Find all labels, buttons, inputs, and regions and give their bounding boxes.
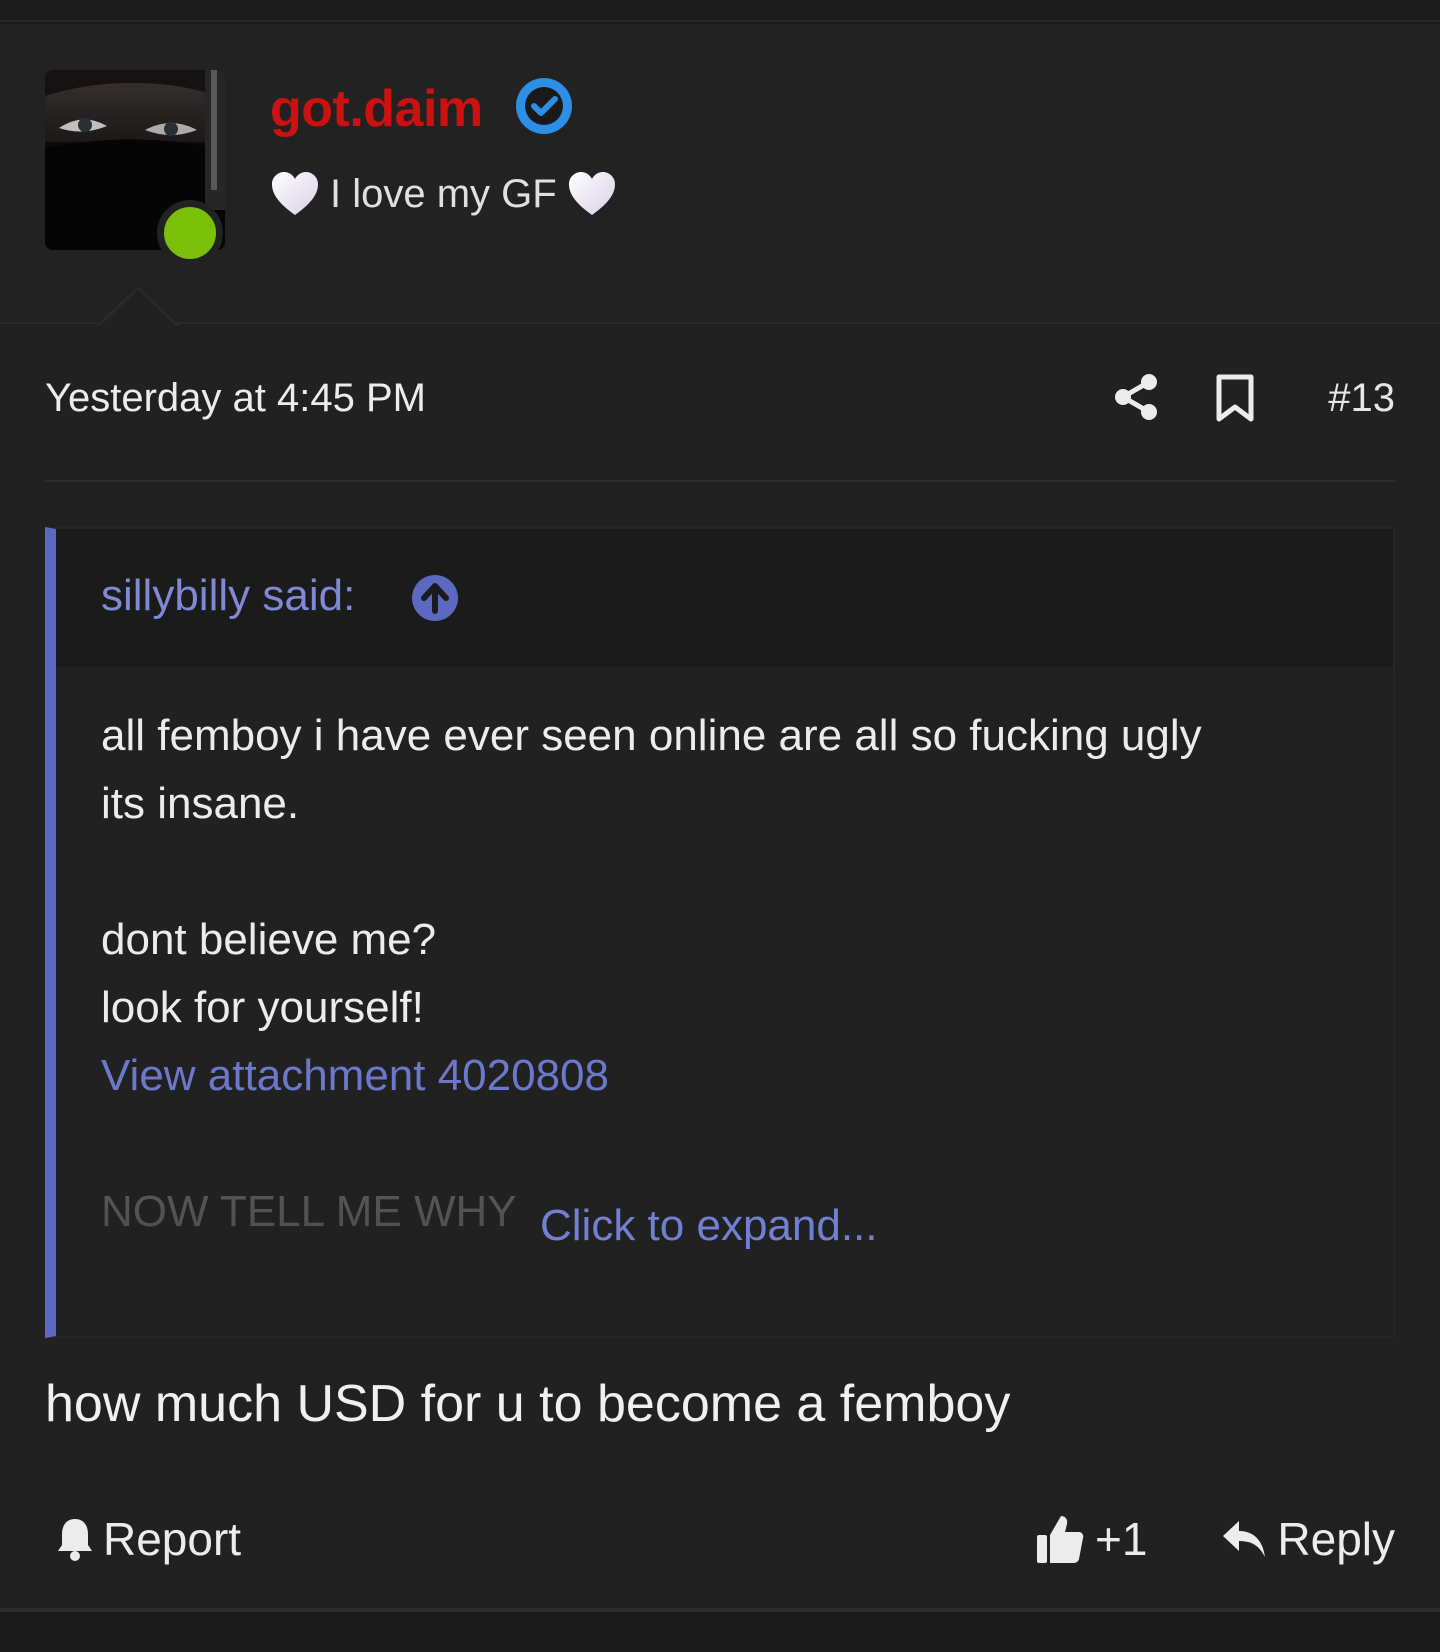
quote-line: look for yourself! bbox=[101, 983, 424, 1032]
forum-post: got.daim I love my GF Yesterday at 4:45 … bbox=[0, 24, 1440, 1608]
meta-divider bbox=[45, 480, 1395, 482]
reply-label: Reply bbox=[1277, 1513, 1395, 1565]
report-label: Report bbox=[103, 1513, 242, 1565]
post-user-header: got.daim I love my GF bbox=[0, 24, 1440, 324]
report-button[interactable]: Report bbox=[55, 1509, 241, 1569]
quote-faded-line: NOW TELL ME WHY bbox=[101, 1187, 517, 1236]
bell-icon bbox=[58, 1519, 92, 1561]
quote-author[interactable]: sillybilly said: bbox=[101, 571, 355, 621]
white-heart-icon bbox=[568, 172, 615, 215]
reply-arrow-icon bbox=[1223, 1521, 1266, 1557]
reply-button[interactable]: Reply bbox=[1221, 1509, 1395, 1569]
arrow-up-circle-icon[interactable] bbox=[410, 573, 460, 623]
user-title-text: I love my GF bbox=[330, 171, 557, 216]
header-pointer-fill bbox=[98, 290, 178, 328]
post-body: how much USD for u to become a femboy bbox=[45, 1375, 1011, 1433]
user-title: I love my GF bbox=[270, 164, 617, 224]
white-heart-icon bbox=[272, 172, 318, 215]
like-button[interactable]: +1 bbox=[1035, 1509, 1147, 1569]
post-meta-row: Yesterday at 4:45 PM #13 bbox=[45, 370, 1395, 426]
quote-line: its insane. bbox=[101, 779, 300, 828]
post-number[interactable]: #13 bbox=[1328, 376, 1395, 421]
post-timestamp[interactable]: Yesterday at 4:45 PM bbox=[45, 376, 426, 421]
click-to-expand-link[interactable]: Click to expand... bbox=[540, 1201, 878, 1251]
username[interactable]: got.daim bbox=[270, 79, 483, 139]
bottom-strip bbox=[0, 1612, 1440, 1652]
verified-badge-icon bbox=[516, 78, 572, 134]
share-icon[interactable] bbox=[1111, 372, 1161, 422]
quote-body: all femboy i have ever seen online are a… bbox=[56, 667, 1393, 1336]
attachment-link[interactable]: View attachment 4020808 bbox=[101, 1051, 609, 1101]
quote-header: sillybilly said: bbox=[56, 529, 1393, 667]
quote-line: dont believe me? bbox=[101, 915, 437, 964]
thumbs-up-icon bbox=[1037, 1516, 1084, 1563]
online-status-indicator bbox=[157, 200, 223, 266]
bookmark-icon[interactable] bbox=[1213, 374, 1257, 422]
quote-line: all femboy i have ever seen online are a… bbox=[101, 711, 1202, 760]
reaction-count: +1 bbox=[1095, 1513, 1148, 1565]
post-actions: Report +1 Reply bbox=[45, 1509, 1395, 1569]
quote-block: sillybilly said: all femboy i have ever … bbox=[45, 527, 1395, 1338]
top-strip bbox=[0, 0, 1440, 22]
